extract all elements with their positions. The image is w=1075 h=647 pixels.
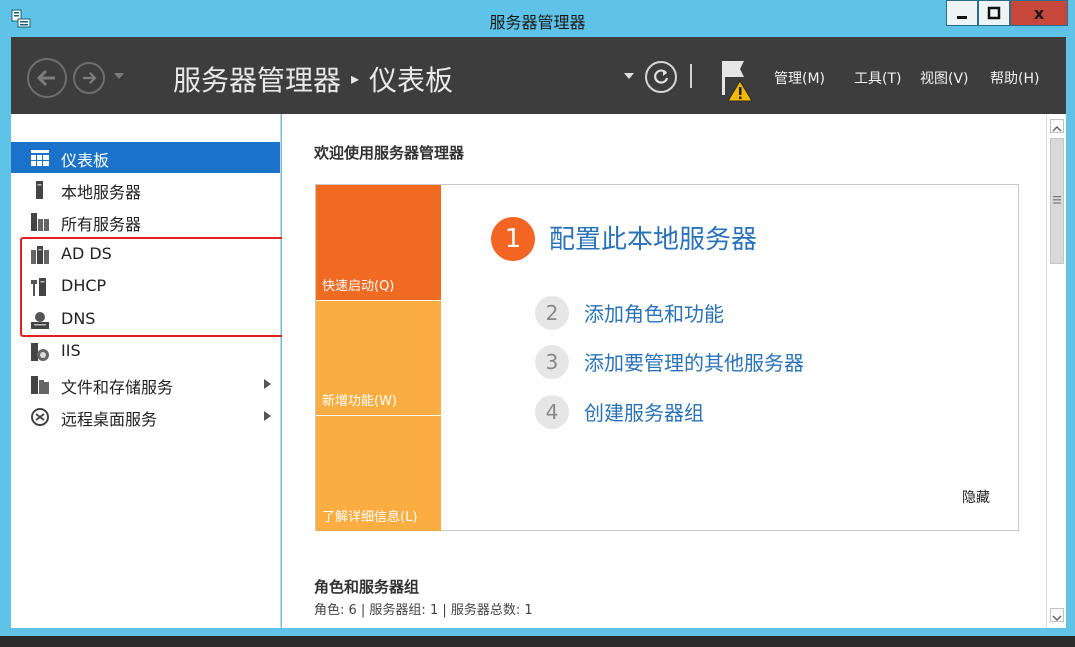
configure-local-server-link[interactable]: 配置此本地服务器	[549, 219, 757, 256]
refresh-button[interactable]	[645, 61, 677, 93]
title-bar: 服务器管理器 x	[0, 0, 1075, 36]
main-content: 欢迎使用服务器管理器 快速启动(Q) 新增功能(W) 了解详细信息(L) 1 配…	[282, 114, 1046, 628]
ad-ds-icon	[31, 246, 49, 264]
sidebar: 仪表板 本地服务器 所有服务器 AD DS DHCP DNS IIS 文件和存储…	[11, 114, 281, 628]
server-icon	[36, 181, 43, 199]
chevron-up-icon	[1052, 125, 1062, 132]
step-number-3: 3	[535, 345, 569, 379]
scroll-up-button[interactable]	[1050, 119, 1064, 133]
breadcrumb: 服务器管理器 ▸ 仪表板	[173, 59, 453, 99]
sidebar-item-dashboard[interactable]: 仪表板	[11, 142, 280, 173]
history-dropdown-icon[interactable]	[112, 69, 126, 83]
forward-arrow-icon	[83, 71, 97, 85]
sidebar-item-all-servers[interactable]: 所有服务器	[11, 206, 280, 237]
notification-flag-icon[interactable]	[716, 57, 756, 103]
refresh-icon	[654, 69, 669, 84]
sidebar-item-label: 文件和存储服务	[61, 378, 174, 397]
sidebar-item-label: AD DS	[61, 244, 112, 263]
sidebar-item-label: IIS	[61, 341, 81, 360]
roles-heading: 角色和服务器组	[314, 578, 420, 596]
close-icon: x	[1033, 3, 1045, 23]
tile-quick-start[interactable]: 快速启动(Q)	[316, 185, 441, 300]
servers-icon	[31, 213, 49, 231]
sidebar-item-dns[interactable]: DNS	[11, 304, 280, 335]
sidebar-item-label: 仪表板	[61, 151, 110, 170]
sidebar-item-label: 远程桌面服务	[61, 410, 158, 429]
iis-icon	[31, 343, 49, 361]
sidebar-item-label: 所有服务器	[61, 215, 142, 234]
create-server-group-link[interactable]: 创建服务器组	[584, 397, 704, 426]
sidebar-item-ad-ds[interactable]: AD DS	[11, 239, 280, 270]
tile-whats-new[interactable]: 新增功能(W)	[316, 301, 441, 415]
dashboard-icon	[31, 150, 49, 166]
hide-link[interactable]: 隐藏	[962, 487, 990, 507]
sidebar-item-local-server[interactable]: 本地服务器	[11, 174, 280, 205]
dns-icon	[31, 312, 49, 329]
back-button[interactable]	[27, 58, 67, 98]
file-storage-icon	[31, 376, 49, 394]
sidebar-item-remote-desktop[interactable]: 远程桌面服务	[11, 401, 280, 432]
tile-learn-more[interactable]: 了解详细信息(L)	[316, 416, 441, 531]
step-number-4: 4	[535, 395, 569, 429]
maximize-button[interactable]	[978, 0, 1010, 26]
window-title: 服务器管理器	[489, 13, 586, 32]
step-number-1: 1	[491, 217, 535, 261]
breadcrumb-page: 仪表板	[369, 64, 454, 97]
vertical-scrollbar[interactable]	[1046, 114, 1066, 628]
remote-desktop-icon	[31, 408, 49, 426]
sidebar-item-file-storage[interactable]: 文件和存储服务	[11, 369, 280, 400]
tile-label: 快速启动(Q)	[322, 279, 395, 294]
sidebar-item-iis[interactable]: IIS	[11, 336, 280, 367]
menu-help[interactable]: 帮助(H)	[990, 68, 1039, 88]
tile-label: 了解详细信息(L)	[322, 510, 418, 525]
forward-button[interactable]	[73, 62, 105, 94]
breadcrumb-app[interactable]: 服务器管理器	[173, 64, 341, 97]
maximize-icon	[987, 6, 1001, 20]
minimize-button[interactable]	[946, 0, 978, 26]
grip-icon	[1053, 196, 1061, 204]
header-bar: 服务器管理器 ▸ 仪表板 管理(M) 工具(T) 视图(V) 帮助(H)	[11, 37, 1066, 114]
scroll-thumb[interactable]	[1050, 138, 1064, 264]
chevron-down-icon	[1052, 615, 1062, 622]
menu-manage[interactable]: 管理(M)	[774, 68, 825, 88]
add-roles-features-link[interactable]: 添加角色和功能	[584, 298, 724, 327]
dhcp-icon	[31, 278, 46, 296]
welcome-heading: 欢迎使用服务器管理器	[314, 144, 465, 162]
back-arrow-icon	[36, 69, 55, 87]
minimize-icon	[957, 16, 967, 19]
expand-arrow-icon[interactable]	[264, 379, 271, 389]
sidebar-item-label: DNS	[61, 309, 96, 328]
taskbar	[0, 636, 1075, 647]
sidebar-item-dhcp[interactable]: DHCP	[11, 271, 280, 302]
menu-tools[interactable]: 工具(T)	[854, 68, 901, 88]
quick-start-panel: 快速启动(Q) 新增功能(W) 了解详细信息(L) 1 配置此本地服务器 2 添…	[315, 184, 1019, 531]
sidebar-item-label: 本地服务器	[61, 183, 142, 202]
roles-summary: 角色: 6 | 服务器组: 1 | 服务器总数: 1	[314, 603, 533, 618]
tile-label: 新增功能(W)	[322, 394, 397, 409]
expand-arrow-icon[interactable]	[264, 411, 271, 421]
add-other-servers-link[interactable]: 添加要管理的其他服务器	[584, 347, 804, 376]
breadcrumb-dropdown-icon[interactable]	[623, 70, 635, 82]
breadcrumb-separator-icon: ▸	[351, 68, 360, 88]
step-number-2: 2	[535, 296, 569, 330]
close-button[interactable]: x	[1010, 0, 1068, 26]
header-divider	[690, 64, 692, 88]
menu-view[interactable]: 视图(V)	[920, 68, 969, 88]
sidebar-item-label: DHCP	[61, 276, 107, 295]
scroll-down-button[interactable]	[1050, 608, 1064, 622]
